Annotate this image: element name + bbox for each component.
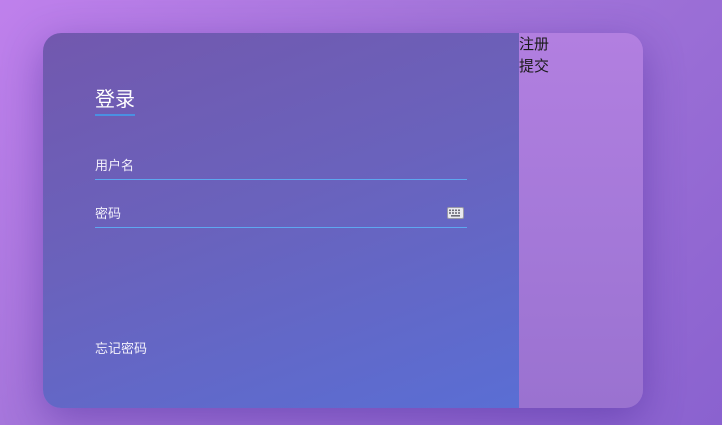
login-panel: 登录 忘记密码 — [43, 33, 519, 408]
submit-button[interactable]: 提交 — [519, 55, 549, 77]
forgot-password-link[interactable]: 忘记密码 — [95, 341, 147, 359]
login-card: 登录 忘记密码 — [43, 33, 643, 408]
username-input[interactable] — [95, 155, 467, 177]
keyboard-icon[interactable] — [447, 206, 464, 219]
password-field — [95, 203, 467, 228]
password-input[interactable] — [95, 203, 467, 225]
register-link[interactable]: 注册 — [519, 33, 549, 55]
side-panel: 注册 提交 — [519, 33, 643, 408]
username-field — [95, 155, 467, 180]
login-title: 登录 — [95, 86, 135, 116]
